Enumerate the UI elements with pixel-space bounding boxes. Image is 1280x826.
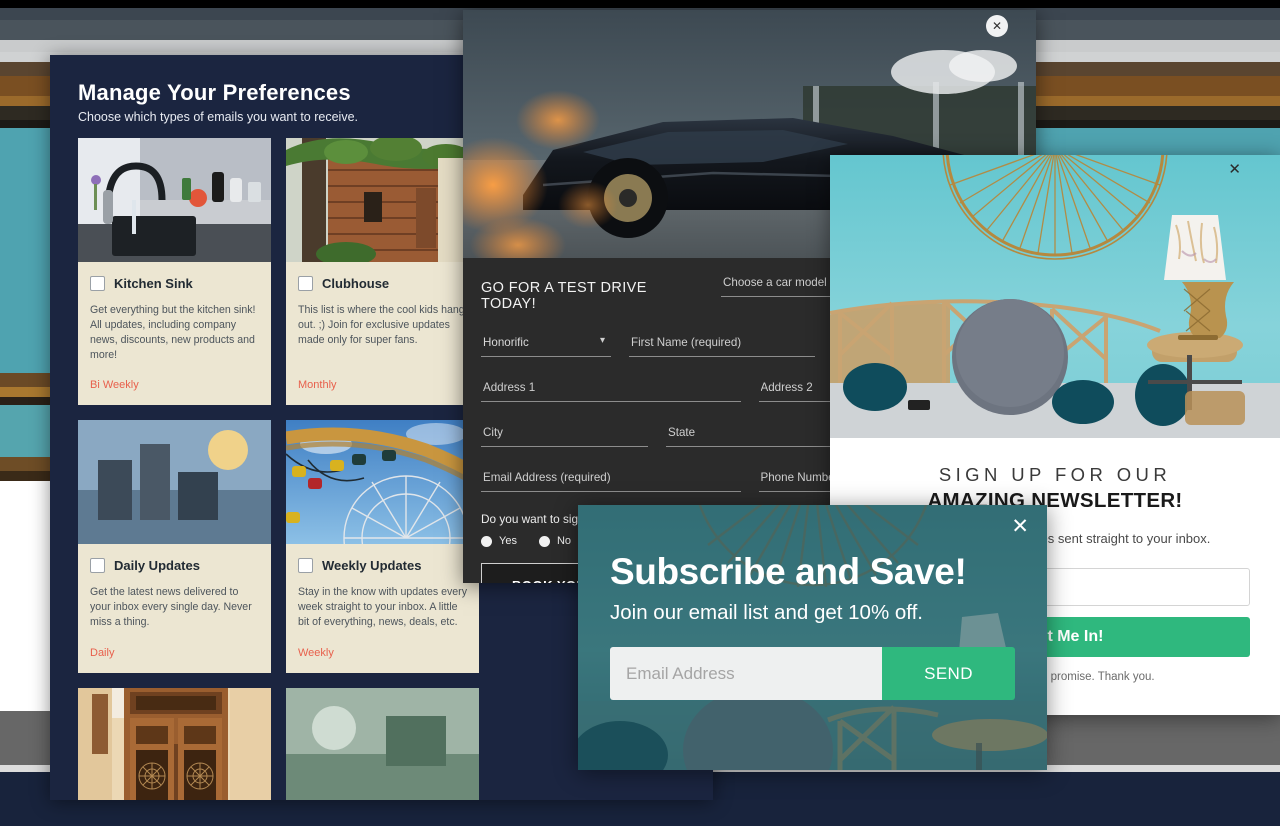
subscribe-and-save-popup: ✕ Subscribe and Save! Join our email lis… [578, 505, 1047, 770]
preference-card-body: Weekly Updates Stay in the know with upda… [286, 544, 479, 672]
daily-photo [78, 420, 271, 545]
preference-card-body: Kitchen Sink Get everything but the kitch… [78, 262, 271, 405]
preference-card-image [286, 420, 479, 545]
preference-card[interactable]: Quarterly UpdatesGet a summary of what's… [286, 687, 479, 800]
preference-card-title-row[interactable]: Kitchen Sink [90, 276, 259, 292]
state-input[interactable] [666, 422, 833, 447]
preference-card[interactable]: Daily Updates Get the latest news deliver… [78, 420, 271, 673]
preference-frequency: Weekly [298, 646, 334, 659]
newsletter-radio-no[interactable]: No [538, 535, 572, 547]
preference-card-image [78, 687, 271, 800]
first-name-input[interactable] [629, 332, 815, 357]
kitchen-sink-photo [78, 138, 271, 263]
newsletter-kicker: SIGN UP FOR OUR [938, 464, 1172, 485]
radio-yes-icon[interactable] [481, 535, 492, 547]
subscribe-headline: Subscribe and Save! [610, 551, 967, 592]
background-band [0, 0, 1280, 8]
subscribe-email-input[interactable] [610, 647, 882, 700]
newsletter-radio-yes[interactable]: Yes [481, 535, 517, 547]
preference-card-image [286, 687, 479, 800]
preference-name: Daily Updates [114, 558, 200, 574]
preference-card-image [78, 138, 271, 263]
preference-description: This list is where the cool kids hang ou… [298, 304, 465, 347]
newsletter-hero-image: ✕ [830, 155, 1280, 438]
preference-card-body: Clubhouse This list is where the cool kid… [286, 262, 479, 405]
preference-card-title-row[interactable]: Daily Updates [90, 558, 259, 574]
preference-card[interactable]: Clubhouse This list is where the cool kid… [286, 138, 479, 406]
preference-checkbox[interactable] [298, 558, 313, 574]
preference-frequency: Monthly [298, 379, 337, 392]
preference-card-title-row[interactable]: Clubhouse [298, 276, 467, 292]
preference-card-title-row[interactable]: Weekly Updates [298, 558, 467, 574]
subscribe-subheadline: Join our email list and get 10% off. [610, 601, 923, 624]
preference-description: Get everything but the kitchen sink! All… [90, 304, 256, 362]
honorific-field[interactable]: Honorific ▾ [481, 332, 611, 357]
test-drive-heading: GO FOR A TEST DRIVE TODAY! [481, 280, 647, 312]
address1-input[interactable] [481, 377, 741, 402]
radio-no-label: No [556, 535, 572, 547]
preference-checkbox[interactable] [90, 276, 105, 292]
quarterly-photo [286, 687, 479, 800]
city-field[interactable] [481, 422, 648, 447]
preference-card-image [286, 138, 479, 263]
preference-description: Get the latest news delivered to your in… [90, 586, 252, 629]
first-name-field[interactable] [629, 332, 815, 357]
preference-card-body: Daily Updates Get the latest news deliver… [78, 544, 271, 672]
email-field[interactable] [481, 467, 741, 492]
close-icon[interactable]: ✕ [1011, 516, 1029, 537]
preference-description: Stay in the know with updates every week… [298, 586, 468, 629]
honorific-select[interactable]: Honorific [481, 332, 611, 357]
city-input[interactable] [481, 422, 648, 447]
subscribe-send-button[interactable]: SEND [882, 647, 1015, 700]
radio-yes-label: Yes [499, 535, 517, 547]
close-icon[interactable]: ✕ [1228, 160, 1241, 178]
preference-checkbox[interactable] [90, 558, 105, 574]
email-input[interactable] [481, 467, 741, 492]
preference-name: Clubhouse [322, 276, 390, 292]
preference-card[interactable]: Weekly Updates Stay in the know with upda… [286, 420, 479, 673]
subscribe-content: Subscribe and Save! Join our email list … [578, 505, 1047, 700]
teal-living-room-photo [830, 155, 1280, 438]
preference-checkbox[interactable] [298, 276, 313, 292]
preference-name: Weekly Updates [322, 558, 422, 574]
preference-card[interactable]: Monthly UpdatesGet a summary of what's g… [78, 687, 271, 800]
address1-field[interactable] [481, 377, 741, 402]
preference-card-image [78, 420, 271, 545]
preference-frequency: Bi Weekly [90, 379, 139, 392]
preference-frequency: Daily [90, 646, 115, 659]
state-field[interactable] [666, 422, 833, 447]
subscribe-form: SEND [610, 647, 1015, 700]
close-icon[interactable]: ✕ [986, 15, 1008, 37]
preference-name: Kitchen Sink [114, 276, 193, 292]
clubhouse-cabin-photo [286, 138, 479, 263]
ornate-door-photo [78, 687, 271, 800]
ferris-wheel-photo [286, 420, 479, 545]
radio-no-icon[interactable] [538, 535, 550, 547]
preference-card[interactable]: Kitchen Sink Get everything but the kitch… [78, 138, 271, 406]
